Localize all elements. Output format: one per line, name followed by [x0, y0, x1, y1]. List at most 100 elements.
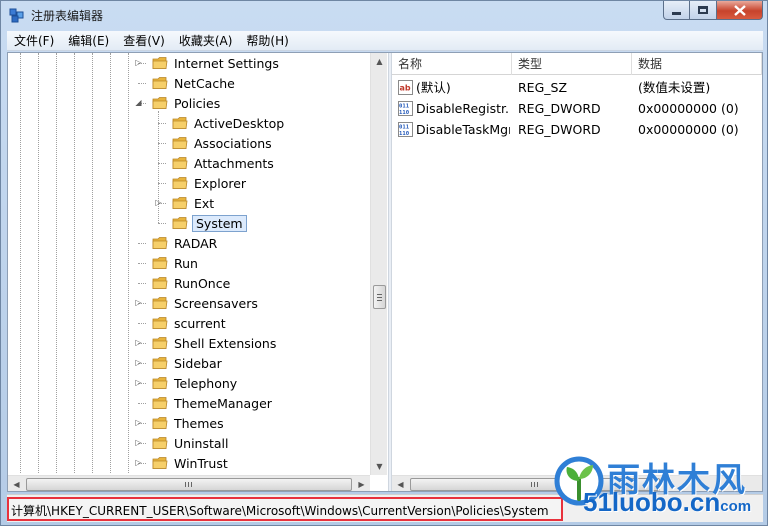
string-value-icon: ab [398, 80, 413, 95]
folder-icon [152, 337, 168, 349]
tree-item[interactable]: WinTrust [152, 453, 230, 473]
value-name: DisableRegistr... [416, 101, 510, 116]
column-header-type[interactable]: 类型 [512, 53, 632, 75]
tree-item[interactable]: ThemeManager [152, 393, 274, 413]
maximize-icon [698, 6, 708, 14]
tree-item-label: Explorer [194, 175, 247, 191]
menu-favorites[interactable]: 收藏夹(A) [172, 32, 240, 50]
tree-vertical-scroll-thumb[interactable] [373, 285, 386, 309]
scroll-left-arrow-icon[interactable]: ◀ [392, 476, 409, 491]
tree-item-label: Associations [194, 135, 272, 151]
tree-item[interactable]: Screensavers [152, 293, 260, 313]
folder-icon [152, 357, 168, 369]
tree-item[interactable]: Attachments [172, 153, 276, 173]
scroll-left-arrow-icon[interactable]: ◀ [8, 476, 25, 491]
list-header: 名称 类型 数据 [392, 53, 762, 75]
collapsed-arrow-icon[interactable]: ▷ [154, 198, 163, 207]
tree-item[interactable]: Explorer [172, 173, 248, 193]
tree-item-label: Uninstall [174, 435, 229, 451]
title-bar[interactable]: 注册表编辑器 [1, 1, 767, 29]
client-area: ▷ Internet Settings NetCache ◢ Policies Activ… [7, 52, 763, 492]
tree-item[interactable]: Themes [152, 413, 226, 433]
collapsed-arrow-icon[interactable]: ▷ [134, 58, 143, 67]
svg-text:110: 110 [399, 110, 410, 116]
folder-icon [152, 257, 168, 269]
tree-item[interactable]: Telephony [152, 373, 239, 393]
tree-item-label: Attachments [194, 155, 274, 171]
registry-tree[interactable]: ▷ Internet Settings NetCache ◢ Policies Activ… [8, 53, 388, 491]
tree-item[interactable]: Associations [172, 133, 274, 153]
tree-horizontal-scroll-thumb[interactable] [26, 478, 352, 491]
tree-item[interactable]: RADAR [152, 233, 219, 253]
close-button[interactable] [717, 1, 763, 20]
list-row[interactable]: ab (默认) REG_SZ (数值未设置) [392, 77, 762, 98]
value-type: REG_DWORD [518, 101, 601, 116]
scroll-down-arrow-icon[interactable]: ▼ [371, 458, 388, 475]
expanded-arrow-icon[interactable]: ◢ [134, 98, 143, 107]
folder-icon [152, 457, 168, 469]
window-title: 注册表编辑器 [31, 9, 104, 23]
tree-item-label: Run [174, 255, 198, 271]
collapsed-arrow-icon[interactable]: ▷ [134, 298, 143, 307]
tree-vertical-scrollbar[interactable]: ▲ ▼ [370, 53, 387, 475]
column-header-name[interactable]: 名称 [392, 53, 512, 75]
close-icon [733, 4, 746, 16]
column-header-data[interactable]: 数据 [632, 53, 762, 75]
tree-item[interactable]: NetCache [152, 73, 237, 93]
folder-icon [172, 117, 188, 129]
watermark: 雨林木风 51luobo.cncom [549, 451, 765, 523]
menu-file[interactable]: 文件(F) [7, 32, 61, 50]
tree-item[interactable]: scurrent [152, 313, 228, 333]
svg-text:ab: ab [400, 84, 411, 93]
collapsed-arrow-icon[interactable]: ▷ [134, 338, 143, 347]
status-path: 计算机\HKEY_CURRENT_USER\Software\Microsoft… [11, 504, 549, 518]
tree-item[interactable]: ActiveDesktop [172, 113, 286, 133]
tree-item[interactable]: RunOnce [152, 273, 232, 293]
tree-item-label: Screensavers [174, 295, 258, 311]
folder-icon [152, 77, 168, 89]
tree-item[interactable]: Shell Extensions [152, 333, 278, 353]
menu-help[interactable]: 帮助(H) [239, 32, 295, 50]
tree-item[interactable]: Sidebar [152, 353, 224, 373]
list-row[interactable]: 011 110 DisableRegistr... REG_DWORD 0x00… [392, 98, 762, 119]
tree-item-label: NetCache [174, 75, 235, 91]
collapsed-arrow-icon[interactable]: ▷ [134, 358, 143, 367]
tree-item-label: Policies [174, 95, 221, 111]
tree-item-label: Sidebar [174, 355, 222, 371]
tree-item-label: Ext [194, 195, 215, 211]
maximize-button[interactable] [690, 1, 717, 20]
folder-icon [152, 377, 168, 389]
binary-value-icon: 011 110 [398, 101, 413, 116]
minimize-button[interactable] [663, 1, 690, 20]
folder-icon [152, 397, 168, 409]
tree-item[interactable]: System [172, 213, 247, 233]
collapsed-arrow-icon[interactable]: ▷ [134, 418, 143, 427]
tree-item-label: Internet Settings [174, 55, 279, 71]
list-row[interactable]: 011 110 DisableTaskMgr REG_DWORD 0x00000… [392, 119, 762, 140]
value-data: 0x00000000 (0) [638, 101, 739, 116]
tree-item[interactable]: Uninstall [152, 433, 231, 453]
tree-item-label: Shell Extensions [174, 335, 277, 351]
menu-view[interactable]: 查看(V) [116, 32, 172, 50]
tree-item[interactable]: Internet Settings [152, 53, 281, 73]
folder-icon [152, 297, 168, 309]
tree-item-label: RunOnce [174, 275, 231, 291]
tree-item-label: WinTrust [174, 455, 228, 471]
tree-horizontal-scrollbar[interactable]: ◀ ▶ [8, 475, 370, 491]
tree-item[interactable]: Ext [172, 193, 216, 213]
collapsed-arrow-icon[interactable]: ▷ [134, 378, 143, 387]
tree-item[interactable]: Run [152, 253, 200, 273]
scroll-up-arrow-icon[interactable]: ▲ [371, 53, 388, 70]
svg-text:011: 011 [399, 125, 410, 131]
collapsed-arrow-icon[interactable]: ▷ [134, 438, 143, 447]
values-list[interactable]: 名称 类型 数据 ab (默认) REG_SZ (数值未设置) 011 110 [392, 53, 762, 491]
tree-item[interactable]: Policies [152, 93, 222, 113]
watermark-domain-main: 51luobo.cn [583, 487, 721, 517]
folder-icon [172, 177, 188, 189]
regedit-window: 注册表编辑器 文件(F) 编辑(E) 查看(V) 收藏夹(A) 帮助(H) ▷ I… [0, 0, 768, 526]
window-controls [663, 1, 763, 21]
menu-edit[interactable]: 编辑(E) [61, 32, 116, 50]
scroll-right-arrow-icon[interactable]: ▶ [353, 476, 370, 491]
collapsed-arrow-icon[interactable]: ▷ [134, 458, 143, 467]
tree-item-label: Themes [174, 415, 224, 431]
